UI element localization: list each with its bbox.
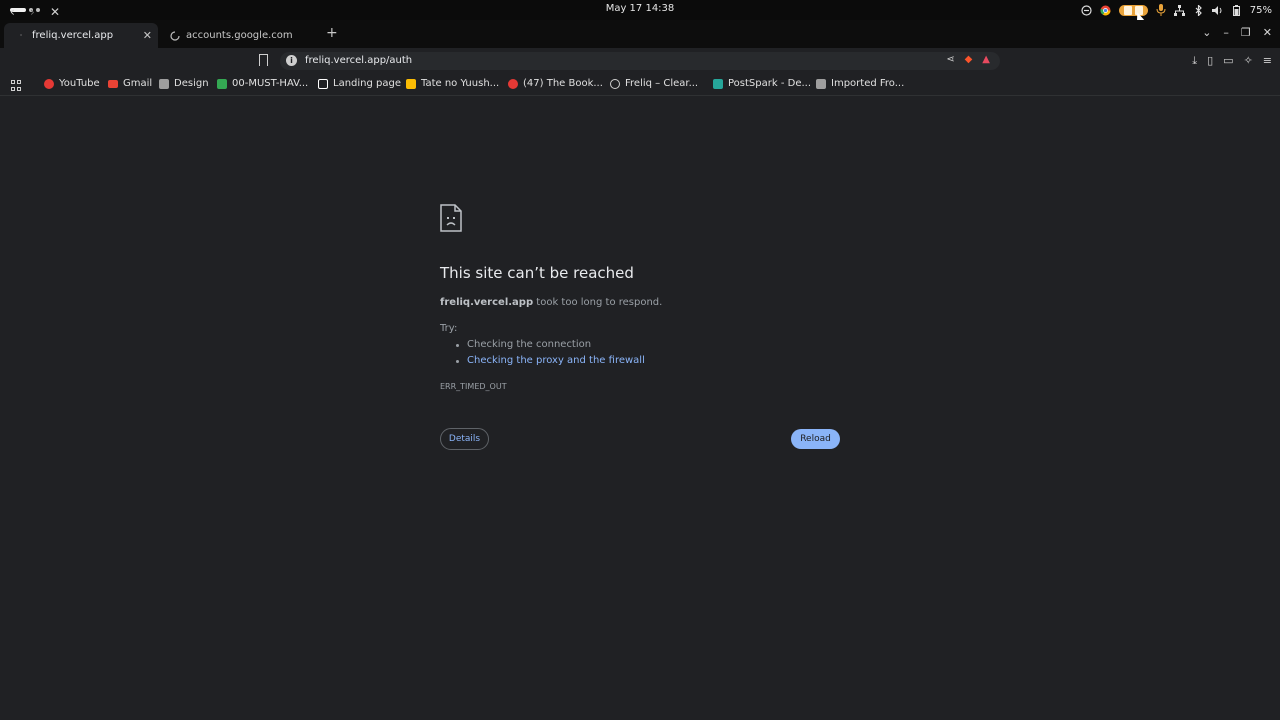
address-bar-actions: ⋖ ◆ ▲ bbox=[946, 54, 990, 65]
close-window-icon[interactable]: ✕ bbox=[1263, 26, 1272, 39]
bookmark-gmail[interactable]: Gmail bbox=[108, 78, 152, 89]
bookmark-tate-no-yuusha[interactable]: Tate no Yuush... bbox=[406, 78, 499, 89]
system-tray: 75% bbox=[1081, 2, 1272, 18]
loading-tab-icon: · bbox=[19, 31, 23, 40]
network-icon[interactable] bbox=[1174, 4, 1186, 16]
error-host: freliq.vercel.app bbox=[440, 297, 534, 308]
bookmark-label: Freliq – Clear... bbox=[625, 78, 699, 89]
system-top-bar: May 17 14:38 75% bbox=[0, 0, 1280, 20]
bluetooth-icon[interactable] bbox=[1193, 4, 1205, 16]
details-button[interactable]: Details bbox=[440, 428, 489, 450]
back-icon[interactable]: ‹ bbox=[10, 5, 15, 19]
address-bar[interactable]: i freliq.vercel.app/auth ⋖ ◆ ▲ bbox=[280, 52, 1000, 70]
postspark-icon bbox=[713, 78, 723, 89]
tab-freliq[interactable]: · freliq.vercel.app ✕ bbox=[4, 23, 158, 48]
try-label: Try: bbox=[440, 323, 458, 334]
tab-strip: · freliq.vercel.app ✕ accounts.google.co… bbox=[0, 20, 1280, 48]
drive-icon bbox=[217, 78, 227, 89]
notion-icon bbox=[318, 78, 328, 89]
apps-grid-icon[interactable] bbox=[11, 80, 22, 91]
bookmark-must-have[interactable]: 00-MUST-HAV... bbox=[217, 78, 308, 89]
chrome-icon[interactable] bbox=[1100, 4, 1112, 16]
address-url[interactable]: freliq.vercel.app/auth bbox=[305, 55, 412, 66]
menu-icon[interactable]: ≡ bbox=[1263, 54, 1272, 68]
wallet-icon[interactable]: ▭ bbox=[1223, 54, 1233, 68]
tab-search-icon[interactable]: ⌄ bbox=[1202, 26, 1211, 39]
tab-accounts-google[interactable]: accounts.google.com bbox=[162, 23, 312, 48]
window-controls: ⌄ – ❐ ✕ bbox=[1202, 26, 1272, 39]
bookmark-landing-page[interactable]: Landing page bbox=[318, 78, 401, 89]
battery-icon[interactable] bbox=[1231, 4, 1243, 16]
bookmark-label: YouTube bbox=[59, 78, 100, 89]
brave-rewards-icon[interactable]: ▲ bbox=[982, 54, 990, 65]
youtube-icon bbox=[508, 78, 518, 89]
tab-title: freliq.vercel.app bbox=[32, 30, 114, 41]
error-description: freliq.vercel.app took too long to respo… bbox=[440, 297, 662, 308]
bookmark-label: 00-MUST-HAV... bbox=[232, 78, 309, 89]
bookmark-label: Landing page bbox=[333, 78, 402, 89]
bookmark-label: Tate no Yuush... bbox=[421, 78, 500, 89]
screen-share-icon[interactable] bbox=[1081, 4, 1093, 16]
bookmark-label: Gmail bbox=[123, 78, 153, 89]
microphone-icon[interactable] bbox=[1155, 4, 1167, 16]
gmail-icon bbox=[108, 79, 118, 88]
bookmark-icon[interactable] bbox=[259, 54, 268, 66]
bookmark-freliq[interactable]: Freliq – Clear... bbox=[610, 78, 698, 89]
sidebar-icon[interactable]: ▯ bbox=[1207, 54, 1213, 68]
bookmark-label: Imported Fro... bbox=[831, 78, 905, 89]
loading-spinner-icon bbox=[170, 30, 180, 41]
folder-icon bbox=[816, 78, 826, 89]
bookmark-youtube[interactable]: YouTube bbox=[44, 78, 100, 89]
youtube-icon bbox=[44, 78, 54, 89]
close-tab-icon[interactable]: ✕ bbox=[143, 29, 152, 42]
suggestion-list: Checking the connection Checking the pro… bbox=[440, 339, 645, 371]
battery-percentage: 75% bbox=[1249, 4, 1272, 16]
error-message: took too long to respond. bbox=[533, 297, 663, 308]
new-tab-button[interactable]: + bbox=[326, 25, 338, 41]
stop-loading-icon[interactable]: ✕ bbox=[50, 5, 60, 19]
reload-button[interactable]: Reload bbox=[791, 429, 840, 449]
extensions-icon[interactable]: ✧ bbox=[1244, 54, 1253, 68]
page-content: This site can’t be reached freliq.vercel… bbox=[0, 97, 1280, 720]
record-window-icon bbox=[1123, 5, 1132, 15]
share-icon[interactable]: ⋖ bbox=[946, 54, 954, 65]
bookmark-label: Design bbox=[174, 78, 209, 89]
tab-title: accounts.google.com bbox=[186, 30, 293, 41]
bookmark-imported-folder[interactable]: Imported Fro... bbox=[816, 78, 904, 89]
folder-icon bbox=[159, 78, 169, 89]
sad-document-icon bbox=[440, 204, 462, 232]
toolbar-actions: ⤓ ▯ ▭ ✧ ≡ bbox=[1192, 54, 1272, 68]
suggestion-check-connection: Checking the connection bbox=[440, 339, 645, 355]
error-title: This site can’t be reached bbox=[440, 264, 634, 282]
bookmark-label: (47) The Book... bbox=[523, 78, 603, 89]
bookmark-label: PostSpark - De... bbox=[728, 78, 812, 89]
minimize-icon[interactable]: – bbox=[1223, 26, 1229, 39]
maximize-icon[interactable]: ❐ bbox=[1241, 26, 1251, 39]
volume-icon[interactable] bbox=[1211, 4, 1224, 16]
site-info-icon[interactable]: i bbox=[286, 55, 297, 66]
bookmark-the-book[interactable]: (47) The Book... bbox=[508, 78, 603, 89]
forward-icon[interactable]: › bbox=[30, 5, 35, 19]
suggestion-check-proxy-link[interactable]: Checking the proxy and the firewall bbox=[440, 355, 645, 371]
download-icon[interactable]: ⤓ bbox=[1192, 54, 1197, 68]
error-code: ERR_TIMED_OUT bbox=[440, 382, 507, 391]
bookmark-postspark[interactable]: PostSpark - De... bbox=[713, 78, 811, 89]
bookmark-design-folder[interactable]: Design bbox=[159, 78, 209, 89]
drive-icon bbox=[406, 78, 416, 89]
globe-icon bbox=[610, 78, 620, 89]
brave-shields-icon[interactable]: ◆ bbox=[965, 54, 973, 65]
